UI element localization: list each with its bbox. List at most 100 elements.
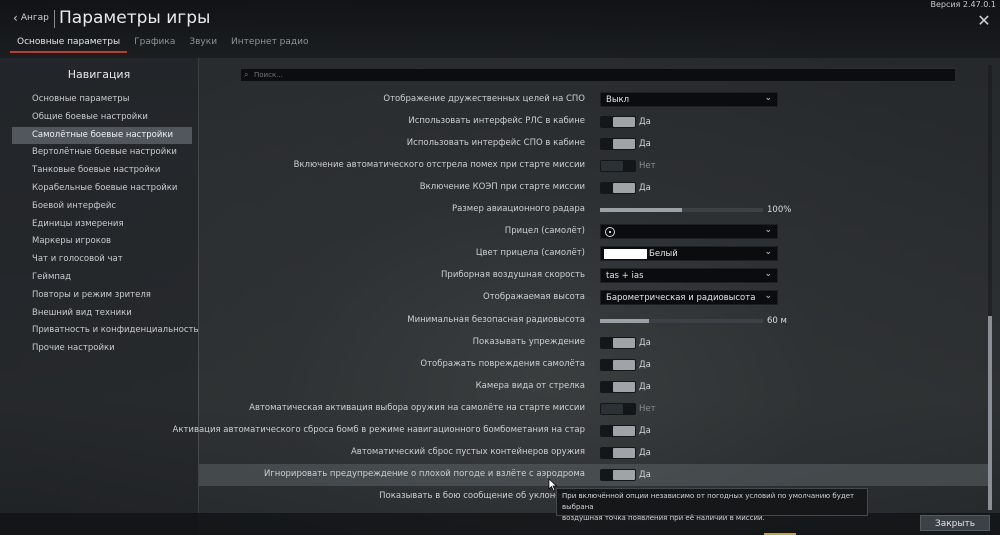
setting-label: Использовать интерфейс СПО в кабине <box>406 138 585 149</box>
slider-value: 60 м <box>767 315 787 326</box>
dropdown-select[interactable]: Белый ⌄ <box>600 246 778 262</box>
dropdown-value: Барометрическая и радиовысота <box>606 293 756 304</box>
toggle-knob <box>601 403 623 414</box>
chevron-left-icon: ‹ <box>13 11 18 25</box>
tooltip-line-2: воздушная точка появления при её наличии… <box>562 514 765 522</box>
toggle-knob <box>613 381 635 392</box>
search-icon: ⌕ <box>244 70 249 79</box>
setting-row[interactable]: Камера вида от стрелка Да <box>199 376 990 398</box>
setting-label: Показывать упреждение <box>472 336 585 347</box>
sidebar-item[interactable]: Основные параметры <box>12 91 192 109</box>
setting-label: Размер авиационного радара <box>451 204 585 215</box>
setting-row[interactable]: Автоматическая активация выбора оружия н… <box>199 398 990 420</box>
toggle-knob <box>613 337 635 348</box>
sidebar-item[interactable]: Боевой интерфейс <box>12 198 192 216</box>
toggle-value: Да <box>639 359 651 370</box>
setting-row[interactable]: Отображаемая высота Барометрическая и рад… <box>199 287 990 309</box>
toggle-value: Нет <box>639 403 656 414</box>
setting-label: Цвет прицела (самолёт) <box>475 248 585 259</box>
toggle-switch[interactable] <box>600 424 636 437</box>
sidebar-item[interactable]: Общие боевые настройки <box>12 109 192 127</box>
search-placeholder: Поиск... <box>254 71 283 79</box>
toggle-switch[interactable] <box>600 138 636 151</box>
tab-bar: Основные параметры Графика Звуки Интерне… <box>10 36 316 53</box>
setting-label: Использовать интерфейс РЛС в кабине <box>408 116 585 127</box>
toggle-switch[interactable] <box>600 182 636 195</box>
setting-row[interactable]: Размер авиационного радара 100% <box>199 199 990 221</box>
navigation-title: Навигация <box>67 68 131 81</box>
setting-row[interactable]: Показывать упреждение Да <box>199 332 990 354</box>
mouse-cursor-icon <box>548 478 558 492</box>
dropdown-select[interactable]: Выкл ⌄ <box>600 92 778 107</box>
toggle-value: Да <box>639 183 651 194</box>
toggle-switch[interactable] <box>600 358 636 371</box>
setting-label: Включение КОЭП при старте миссии <box>419 182 585 193</box>
scrollbar-thumb[interactable] <box>988 316 992 510</box>
setting-label: Минимальная безопасная радиовысота <box>407 314 585 325</box>
tab-graphics[interactable]: Графика <box>127 36 182 53</box>
slider[interactable] <box>600 318 763 323</box>
chevron-down-icon: ⌄ <box>764 225 772 236</box>
chevron-down-icon: ⌄ <box>764 247 772 258</box>
crosshair-icon <box>605 227 615 238</box>
close-icon[interactable]: ✕ <box>976 13 992 29</box>
toggle-switch[interactable] <box>600 380 636 393</box>
toggle-switch[interactable] <box>600 446 636 459</box>
setting-row[interactable]: Прицел (самолёт) ⌄ <box>199 221 990 243</box>
toggle-switch[interactable] <box>600 468 636 481</box>
setting-row[interactable]: Минимальная безопасная радиовысота 60 м <box>199 310 990 332</box>
sidebar-item[interactable]: Вертолётные боевые настройки <box>12 144 192 162</box>
setting-row[interactable]: Активация автоматического сброса бомб в … <box>173 420 990 442</box>
toggle-switch[interactable] <box>600 160 636 173</box>
sidebar-item[interactable]: Маркеры игроков <box>12 233 192 251</box>
chevron-down-icon: ⌄ <box>764 93 772 103</box>
setting-row[interactable]: Использовать интерфейс СПО в кабине Да <box>199 133 990 155</box>
slider-fill <box>600 318 649 323</box>
toggle-switch[interactable] <box>600 116 636 129</box>
setting-label: Отображение дружественных целей на СПО <box>383 94 585 104</box>
tab-radio[interactable]: Интернет радио <box>224 36 315 53</box>
setting-row[interactable]: Использовать интерфейс РЛС в кабине Да <box>199 111 990 133</box>
toggle-knob <box>613 425 635 436</box>
toggle-knob <box>613 447 635 458</box>
sidebar-item[interactable]: Танковые боевые настройки <box>12 162 192 180</box>
navigation-panel: Навигация Основные параметры Общие боевые… <box>0 58 199 535</box>
setting-row[interactable]: Приборная воздушная скорость tas + ias ⌄ <box>199 265 990 287</box>
back-button[interactable]: ‹ Ангар <box>13 12 49 24</box>
sidebar-item[interactable]: Самолётные боевые настройки <box>12 126 192 145</box>
setting-row[interactable]: Отображать повреждения самолёта Да <box>199 354 990 376</box>
slider[interactable] <box>600 208 763 213</box>
setting-row[interactable]: Автоматический сброс пустых контейнеров … <box>199 442 990 464</box>
setting-row[interactable]: Включение КОЭП при старте миссии Да <box>199 177 990 199</box>
setting-label: Отображаемая высота <box>483 292 585 303</box>
sidebar-item[interactable]: Приватность и конфиденциальность <box>12 322 199 340</box>
setting-label: Активация автоматического сброса бомб в … <box>172 424 585 435</box>
toggle-value: Да <box>639 425 651 436</box>
slider-fill <box>600 208 682 213</box>
toggle-knob <box>601 161 623 172</box>
toggle-knob <box>613 117 635 128</box>
sidebar-item[interactable]: Прочие настройки <box>12 340 192 358</box>
close-button[interactable]: Закрыть <box>920 515 990 531</box>
slider-value: 100% <box>767 205 792 216</box>
setting-row[interactable]: Включение автоматического отстрела помех… <box>199 155 990 177</box>
sidebar-item[interactable]: Корабельные боевые настройки <box>12 180 192 198</box>
sidebar-item[interactable]: Внешний вид техники <box>12 305 192 323</box>
toggle-switch[interactable] <box>600 402 636 415</box>
dropdown-value: Белый <box>649 249 678 260</box>
tab-sound[interactable]: Звуки <box>182 36 224 53</box>
sidebar-item[interactable]: Геймпад <box>12 269 192 287</box>
toggle-switch[interactable] <box>600 336 636 349</box>
dropdown-select[interactable]: ⌄ <box>600 224 778 240</box>
sidebar-item[interactable]: Единицы измерения <box>12 216 192 234</box>
search-input[interactable]: ⌕ Поиск... <box>240 68 956 82</box>
tooltip-line-1: При включённой опции независимо от погод… <box>562 492 855 511</box>
setting-row[interactable]: Отображение дружественных целей на СПО Вы… <box>199 89 990 111</box>
tab-main[interactable]: Основные параметры <box>10 36 128 53</box>
sidebar-item[interactable]: Чат и голосовой чат <box>12 251 192 269</box>
dropdown-select[interactable]: Барометрическая и радиовысота ⌄ <box>600 290 778 306</box>
setting-row[interactable]: Цвет прицела (самолёт) Белый ⌄ <box>199 243 990 265</box>
dropdown-select[interactable]: tas + ias ⌄ <box>600 268 778 284</box>
sidebar-item[interactable]: Повторы и режим зрителя <box>12 287 192 305</box>
setting-row[interactable]: Игнорировать предупреждение о плохой пог… <box>199 463 990 486</box>
